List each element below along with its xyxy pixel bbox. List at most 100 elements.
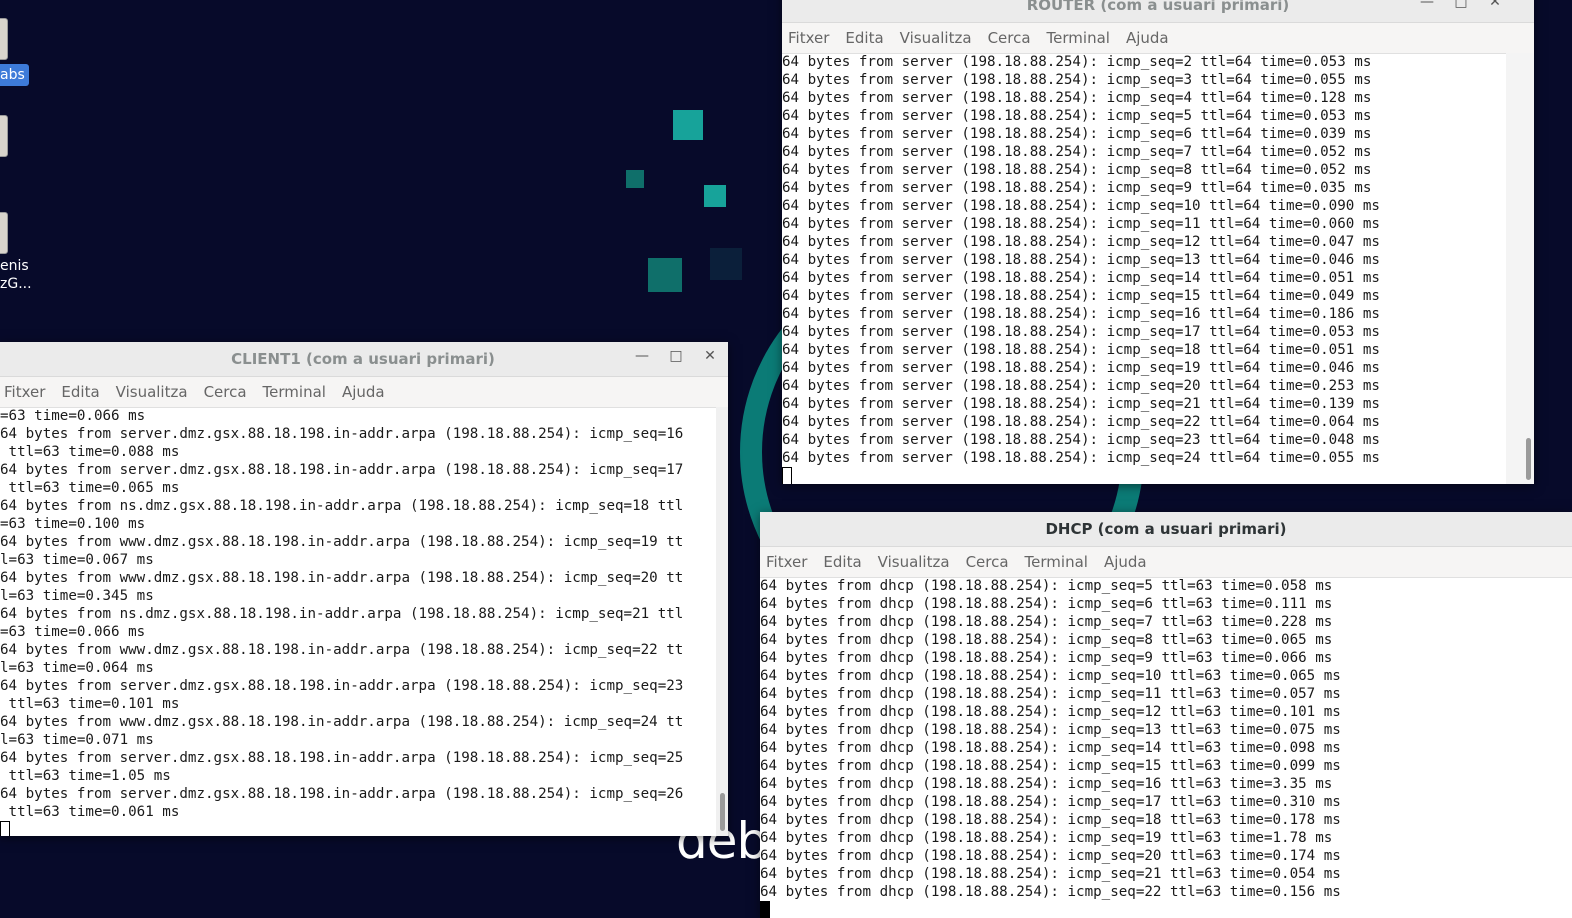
client1-terminal-window[interactable]: CLIENT1 (com a usuari primari) — □ ✕ Fitxe… bbox=[0, 342, 728, 836]
terminal-cursor bbox=[782, 467, 1504, 484]
terminal-line: 64 bytes from server (198.18.88.254): ic… bbox=[782, 306, 1380, 322]
terminal-line: 64 bytes from server.dmz.gsx.88.18.198.i… bbox=[0, 462, 684, 478]
menu-edita[interactable]: Edita bbox=[61, 383, 99, 401]
terminal-line: 64 bytes from dhcp (198.18.88.254): icmp… bbox=[760, 614, 1333, 630]
menu-edita[interactable]: Edita bbox=[845, 29, 883, 47]
window-title: DHCP (com a usuari primari) bbox=[1045, 520, 1287, 538]
terminal-line: 64 bytes from server (198.18.88.254): ic… bbox=[782, 126, 1372, 142]
terminal-line: 64 bytes from www.dmz.gsx.88.18.198.in-a… bbox=[0, 642, 684, 658]
terminal-line: =63 time=0.066 ms bbox=[0, 624, 146, 640]
terminal-line: 64 bytes from dhcp (198.18.88.254): icmp… bbox=[760, 776, 1333, 792]
desktop-file-icon[interactable] bbox=[0, 18, 8, 60]
terminal-line: 64 bytes from dhcp (198.18.88.254): icmp… bbox=[760, 668, 1341, 684]
terminal-line: 64 bytes from dhcp (198.18.88.254): icmp… bbox=[760, 650, 1333, 666]
scrollbar-thumb[interactable] bbox=[720, 793, 725, 831]
terminal-line: 64 bytes from server (198.18.88.254): ic… bbox=[782, 324, 1380, 340]
window-controls: — □ ✕ bbox=[1410, 0, 1512, 10]
router-terminal-window[interactable]: ROUTER (com a usuari primari) — □ ✕ Fitxer… bbox=[782, 0, 1534, 484]
close-icon[interactable]: ✕ bbox=[693, 348, 727, 364]
menubar: Fitxer Edita Visualitza Cerca Terminal A… bbox=[0, 377, 728, 408]
desktop-icon-label[interactable]: abs bbox=[0, 64, 29, 86]
menu-cerca[interactable]: Cerca bbox=[966, 553, 1009, 571]
dhcp-titlebar[interactable]: DHCP (com a usuari primari) bbox=[760, 512, 1572, 547]
terminal-line: 64 bytes from dhcp (198.18.88.254): icmp… bbox=[760, 740, 1341, 756]
terminal-line: ttl=63 time=1.05 ms bbox=[0, 768, 171, 784]
terminal-line: 64 bytes from server.dmz.gsx.88.18.198.i… bbox=[0, 678, 684, 694]
terminal-line: ttl=63 time=0.065 ms bbox=[0, 480, 180, 496]
router-titlebar[interactable]: ROUTER (com a usuari primari) — □ ✕ bbox=[782, 0, 1534, 23]
menubar: Fitxer Edita Visualitza Cerca Terminal A… bbox=[782, 23, 1534, 54]
deco-square bbox=[704, 185, 726, 207]
menu-edita[interactable]: Edita bbox=[823, 553, 861, 571]
menu-terminal[interactable]: Terminal bbox=[1025, 553, 1088, 571]
terminal-line: l=63 time=0.071 ms bbox=[0, 732, 154, 748]
dhcp-terminal-window[interactable]: DHCP (com a usuari primari) Fitxer Edita… bbox=[760, 512, 1572, 918]
client1-titlebar[interactable]: CLIENT1 (com a usuari primari) — □ ✕ bbox=[0, 342, 728, 377]
cursor-block bbox=[782, 467, 792, 484]
terminal-line: l=63 time=0.345 ms bbox=[0, 588, 154, 604]
terminal-line: ttl=63 time=0.088 ms bbox=[0, 444, 180, 460]
menu-visualitza[interactable]: Visualitza bbox=[116, 383, 188, 401]
terminal-line: 64 bytes from server.dmz.gsx.88.18.198.i… bbox=[0, 786, 684, 802]
terminal-line: 64 bytes from server.dmz.gsx.88.18.198.i… bbox=[0, 750, 684, 766]
menu-visualitza[interactable]: Visualitza bbox=[878, 553, 950, 571]
terminal-line: 64 bytes from server (198.18.88.254): ic… bbox=[782, 450, 1380, 466]
close-icon[interactable]: ✕ bbox=[1478, 0, 1512, 10]
menu-terminal[interactable]: Terminal bbox=[263, 383, 326, 401]
menu-ajuda[interactable]: Ajuda bbox=[342, 383, 385, 401]
terminal-line: l=63 time=0.064 ms bbox=[0, 660, 154, 676]
menu-cerca[interactable]: Cerca bbox=[988, 29, 1031, 47]
terminal-line: 64 bytes from dhcp (198.18.88.254): icmp… bbox=[760, 866, 1341, 882]
terminal-output[interactable]: 64 bytes from server (198.18.88.254): ic… bbox=[782, 53, 1504, 484]
menu-visualitza[interactable]: Visualitza bbox=[900, 29, 972, 47]
menu-fitxer[interactable]: Fitxer bbox=[4, 383, 45, 401]
deco-square bbox=[673, 110, 703, 140]
terminal-line: 64 bytes from server (198.18.88.254): ic… bbox=[782, 72, 1372, 88]
cursor-block bbox=[760, 901, 770, 918]
terminal-line: 64 bytes from server (198.18.88.254): ic… bbox=[782, 360, 1380, 376]
terminal-line: 64 bytes from dhcp (198.18.88.254): icmp… bbox=[760, 632, 1333, 648]
terminal-line: 64 bytes from server (198.18.88.254): ic… bbox=[782, 162, 1372, 178]
terminal-line: 64 bytes from dhcp (198.18.88.254): icmp… bbox=[760, 758, 1341, 774]
terminal-line: 64 bytes from ns.dmz.gsx.88.18.198.in-ad… bbox=[0, 498, 684, 514]
terminal-line: 64 bytes from ns.dmz.gsx.88.18.198.in-ad… bbox=[0, 606, 684, 622]
cursor-block bbox=[0, 821, 10, 836]
terminal-line: 64 bytes from dhcp (198.18.88.254): icmp… bbox=[760, 884, 1341, 900]
terminal-line: =63 time=0.066 ms bbox=[0, 408, 146, 424]
menu-fitxer[interactable]: Fitxer bbox=[766, 553, 807, 571]
minimize-icon[interactable]: — bbox=[1410, 0, 1444, 10]
terminal-line: 64 bytes from server (198.18.88.254): ic… bbox=[782, 108, 1372, 124]
maximize-icon[interactable]: □ bbox=[659, 348, 693, 364]
terminal-line: 64 bytes from server (198.18.88.254): ic… bbox=[782, 396, 1380, 412]
minimize-icon[interactable]: — bbox=[625, 348, 659, 364]
terminal-line: 64 bytes from dhcp (198.18.88.254): icmp… bbox=[760, 794, 1341, 810]
terminal-line: 64 bytes from server (198.18.88.254): ic… bbox=[782, 216, 1380, 232]
menu-terminal[interactable]: Terminal bbox=[1047, 29, 1110, 47]
desktop-file-icon[interactable] bbox=[0, 212, 8, 254]
terminal-output[interactable]: =63 time=0.066 ms 64 bytes from server.dm… bbox=[0, 407, 716, 836]
terminal-line: 64 bytes from dhcp (198.18.88.254): icmp… bbox=[760, 722, 1341, 738]
terminal-line: 64 bytes from server (198.18.88.254): ic… bbox=[782, 378, 1380, 394]
desktop-icon-label[interactable]: enis bbox=[0, 257, 29, 275]
scrollbar[interactable] bbox=[1506, 53, 1534, 484]
menu-fitxer[interactable]: Fitxer bbox=[788, 29, 829, 47]
menu-ajuda[interactable]: Ajuda bbox=[1104, 553, 1147, 571]
scrollbar[interactable] bbox=[716, 407, 728, 836]
terminal-line: 64 bytes from dhcp (198.18.88.254): icmp… bbox=[760, 578, 1333, 594]
terminal-line: 64 bytes from server.dmz.gsx.88.18.198.i… bbox=[0, 426, 684, 442]
desktop-file-icon[interactable] bbox=[0, 115, 8, 157]
terminal-line: 64 bytes from dhcp (198.18.88.254): icmp… bbox=[760, 830, 1333, 846]
terminal-line: 64 bytes from server (198.18.88.254): ic… bbox=[782, 252, 1380, 268]
menu-ajuda[interactable]: Ajuda bbox=[1126, 29, 1169, 47]
terminal-output[interactable]: 64 bytes from dhcp (198.18.88.254): icmp… bbox=[760, 577, 1572, 918]
terminal-line: 64 bytes from www.dmz.gsx.88.18.198.in-a… bbox=[0, 570, 684, 586]
maximize-icon[interactable]: □ bbox=[1444, 0, 1478, 10]
terminal-line: 64 bytes from www.dmz.gsx.88.18.198.in-a… bbox=[0, 714, 684, 730]
scrollbar-thumb[interactable] bbox=[1526, 438, 1531, 480]
window-title: CLIENT1 (com a usuari primari) bbox=[231, 350, 495, 368]
terminal-cursor bbox=[0, 821, 716, 836]
menu-cerca[interactable]: Cerca bbox=[204, 383, 247, 401]
terminal-line: =63 time=0.100 ms bbox=[0, 516, 146, 532]
desktop-icon-label[interactable]: zG... bbox=[0, 275, 32, 293]
terminal-cursor bbox=[760, 901, 1572, 918]
